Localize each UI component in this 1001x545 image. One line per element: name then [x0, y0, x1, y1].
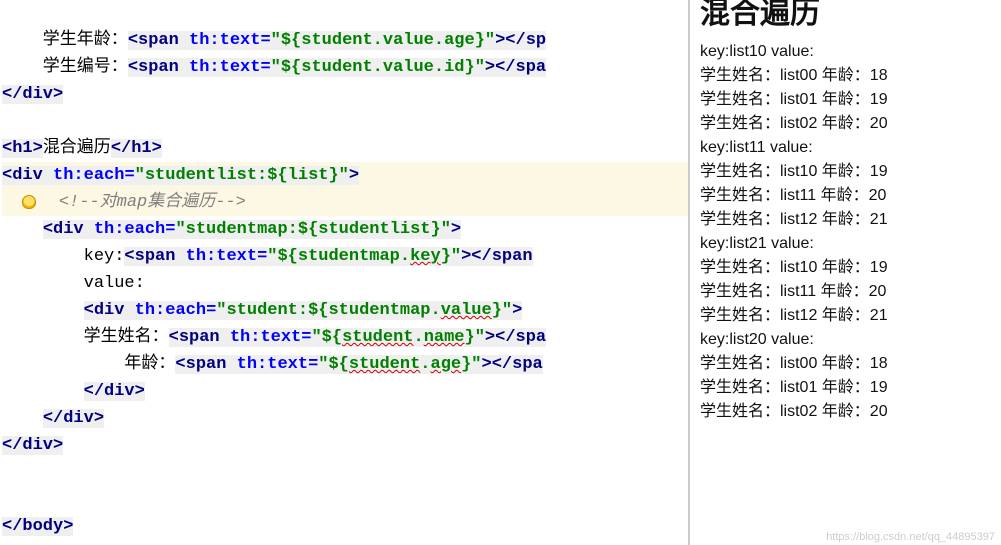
output-row: 学生姓名：list11 年龄：20 [700, 184, 993, 208]
code-line: 学生姓名：<span th:text="${student.name}"></s… [2, 328, 546, 347]
attr-thtext: th:text [237, 355, 308, 374]
attr-thtext: th:text [189, 58, 260, 77]
output-row: 学生姓名：list10 年龄：19 [700, 256, 993, 280]
tag-span: span [179, 328, 220, 347]
tag-body: body [22, 517, 63, 536]
attr-thtext: th:text [230, 328, 301, 347]
code-line: 学生年龄：<span th:text="${student.value.age}… [2, 31, 546, 50]
attr-thtext: th:text [189, 31, 260, 50]
wavy-name: name [424, 328, 465, 347]
code-line: <div th:each="student:${studentmap.value… [2, 301, 522, 320]
output-row: 学生姓名：list00 年龄：18 [700, 64, 993, 88]
attr-thtext: th:text [186, 247, 257, 266]
tag-div: div [22, 436, 53, 455]
output-row: 学生姓名：list00 年龄：18 [700, 352, 993, 376]
output-group-header: key:list20 value: [700, 328, 993, 352]
output-row: 学生姓名：list12 年龄：21 [700, 304, 993, 328]
watermark: https://blog.csdn.net/qq_44895397 [826, 531, 995, 543]
text-literal: 年龄： [2, 355, 175, 374]
output-row: 学生姓名：list02 年龄：20 [700, 112, 993, 136]
output-row: 学生姓名：list01 年龄：19 [700, 376, 993, 400]
code-line: <h1>混合遍历</h1> [2, 139, 162, 158]
text-literal: 学生年龄： [2, 31, 128, 50]
text-literal: 学生姓名： [2, 328, 169, 347]
wavy-age: age [431, 355, 462, 374]
highlighted-line: <div th:each="studentlist:${list}"> [2, 162, 688, 189]
code-line: key:<span th:text="${studentmap.key}"></… [2, 247, 533, 266]
code-line: </div> [2, 382, 145, 401]
expr: "studentlist:${list}" [135, 166, 349, 185]
tag-div: div [104, 382, 135, 401]
code-line: </div> [2, 409, 104, 428]
text-literal: 学生编号： [2, 58, 128, 77]
output-row: 学生姓名：list10 年龄：19 [700, 160, 993, 184]
wavy-key: key [410, 247, 441, 266]
tag-div: div [53, 220, 84, 239]
expr: "studentmap:${studentlist}" [175, 220, 450, 239]
wavy-value: value [441, 301, 492, 320]
output-row: 学生姓名：list11 年龄：20 [700, 280, 993, 304]
tag-div: div [12, 166, 43, 185]
output-group-header: key:list10 value: [700, 40, 993, 64]
browser-preview: 混合遍历 key:list10 value:学生姓名：list00 年龄：18学… [688, 0, 1001, 545]
tag-div: div [22, 85, 53, 104]
attr-theach: th:each [135, 301, 206, 320]
output-row: 学生姓名：list01 年龄：19 [700, 88, 993, 112]
code-line [2, 490, 12, 509]
code-line [2, 112, 12, 131]
comment: <!--对map集合遍历--> [59, 193, 246, 212]
code-line: </body> [2, 517, 73, 536]
tag-div: div [63, 409, 94, 428]
output-heading: 混合遍历 [700, 2, 993, 26]
wavy-student: student [342, 328, 413, 347]
code-line: <div th:each="studentmap:${studentlist}"… [2, 220, 461, 239]
tag-h1: h1 [12, 139, 32, 158]
tag-span: span [135, 247, 176, 266]
text-literal: key: [2, 247, 124, 266]
text-literal: value: [2, 274, 145, 293]
output-row: 学生姓名：list02 年龄：20 [700, 400, 993, 424]
code-line: 年龄：<span th:text="${student.age}"></spa [2, 355, 543, 374]
tag-h1: h1 [131, 139, 151, 158]
output-body: key:list10 value:学生姓名：list00 年龄：18学生姓名：l… [700, 40, 993, 424]
output-row: 学生姓名：list12 年龄：21 [700, 208, 993, 232]
h1-text: 混合遍历 [43, 139, 111, 158]
code-editor[interactable]: 学生年龄：<span th:text="${student.value.age}… [0, 0, 688, 545]
output-group-header: key:list21 value: [700, 232, 993, 256]
attr-theach: th:each [53, 166, 124, 185]
code-line: </div> [2, 85, 63, 104]
code-line: value: [2, 274, 145, 293]
code-line: </div> [2, 436, 63, 455]
expr: ${student.value.age} [281, 31, 485, 50]
wavy-student: student [349, 355, 420, 374]
attr-theach: th:each [94, 220, 165, 239]
lightbulb-icon[interactable] [22, 195, 36, 209]
output-group-header: key:list11 value: [700, 136, 993, 160]
code-line [2, 463, 12, 482]
code-line: 学生编号：<span th:text="${student.value.id}"… [2, 58, 546, 77]
tag-span: span [186, 355, 227, 374]
hint-line: <!--对map集合遍历--> [2, 189, 688, 216]
tag-div: div [94, 301, 125, 320]
expr: ${student.value.id} [281, 58, 475, 77]
